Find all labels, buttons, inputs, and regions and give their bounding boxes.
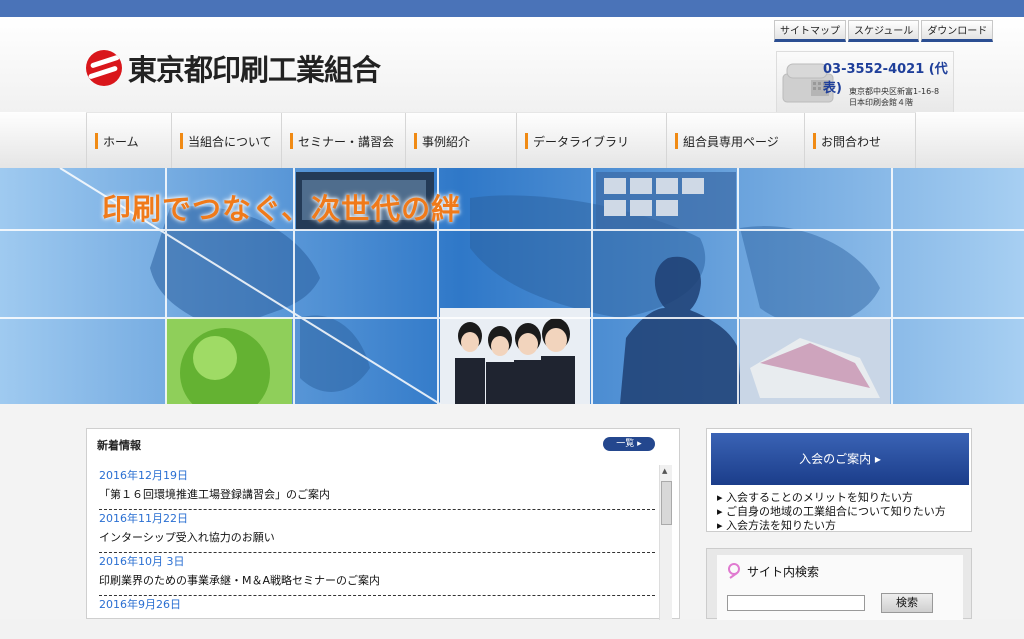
nav-label: お問合わせ	[821, 134, 882, 149]
news-date: 2016年11月22日	[99, 512, 188, 525]
logo[interactable]: 東京都印刷工業組合	[86, 47, 381, 89]
nav-label: ホーム	[103, 134, 139, 149]
news-title[interactable]: 印刷業界のための事業承継・M＆A戦略セミナーのご案内	[99, 571, 655, 591]
nav-item-contact[interactable]: お問合わせ	[805, 113, 916, 169]
logo-text: 東京都印刷工業組合	[128, 53, 381, 87]
nav-label: 当組合について	[188, 134, 272, 149]
magnifier-icon	[728, 563, 740, 579]
address-line-1: 東京都中央区新富1-16-8	[849, 87, 940, 96]
nav-item-cases[interactable]: 事例紹介	[406, 113, 517, 169]
join-link-label: ご自身の地域の工業組合について知りたい方	[726, 505, 946, 518]
join-link-merit[interactable]: ▸ 入会することのメリットを知りたい方	[717, 491, 946, 505]
news-item[interactable]: 2016年12月19日 「第１６回環境推進工場登録講習会」のご案内	[99, 467, 655, 510]
nav-marker	[813, 133, 816, 149]
search-panel: サイト内検索 検索	[706, 548, 972, 620]
search-input[interactable]	[727, 595, 865, 611]
join-links: ▸ 入会することのメリットを知りたい方 ▸ ご自身の地域の工業組合について知りた…	[717, 491, 946, 533]
nav-item-about[interactable]: 当組合について	[172, 113, 282, 169]
nav-marker	[675, 133, 678, 149]
nav-left-fill	[0, 112, 86, 168]
join-link-method[interactable]: ▸ 入会方法を知りたい方	[717, 519, 946, 533]
news-date: 2016年12月19日	[99, 469, 188, 482]
nav-marker	[414, 133, 417, 149]
scroll-up-arrow-icon[interactable]: ▲	[662, 467, 667, 475]
top-bar	[0, 0, 1024, 17]
news-panel: 新着情報 一覧 ▸ 2016年12月19日 「第１６回環境推進工場登録講習会」の…	[86, 428, 680, 620]
nav-label: データライブラリ	[533, 134, 630, 149]
nav-marker	[180, 133, 183, 149]
search-inner: サイト内検索 検索	[717, 555, 963, 620]
chevron-right-icon: ▸	[874, 452, 881, 466]
join-link-label: 入会方法を知りたい方	[726, 519, 837, 532]
nav-right-fill	[916, 112, 1024, 168]
join-link-regional[interactable]: ▸ ご自身の地域の工業組合について知りたい方	[717, 505, 946, 519]
join-heading: 入会のご案内	[799, 452, 872, 466]
header: 東京都印刷工業組合 サイトマップ スケジュール ダウンロード 03-3552-4…	[0, 17, 1024, 113]
news-title[interactable]	[99, 614, 655, 634]
nav-marker	[525, 133, 528, 149]
hero-banner: 印刷でつなぐ、次世代の絆	[0, 168, 1024, 404]
news-item[interactable]: 2016年11月22日 インターシップ受入れ協力のお願い	[99, 510, 655, 553]
nav-marker	[95, 133, 98, 149]
nav-label: 組合員専用ページ	[683, 134, 779, 149]
nav-item-members[interactable]: 組合員専用ページ	[667, 113, 805, 169]
download-link[interactable]: ダウンロード	[921, 20, 994, 42]
news-list: 2016年12月19日 「第１６回環境推進工場登録講習会」のご案内 2016年1…	[99, 467, 655, 639]
news-item[interactable]: 2016年10月 3日 印刷業界のための事業承継・M＆A戦略セミナーのご案内	[99, 553, 655, 596]
news-heading: 新着情報	[97, 439, 141, 452]
news-scrollbar[interactable]: ▲	[659, 465, 672, 620]
search-button[interactable]: 検索	[881, 593, 933, 613]
nav-item-data-library[interactable]: データライブラリ	[517, 113, 667, 169]
join-link-label: 入会することのメリットを知りたい方	[726, 491, 913, 504]
main-nav: ホーム 当組合について セミナー・講習会 事例紹介 データライブラリ 組合員専用…	[86, 112, 916, 169]
join-panel: 入会のご案内 ▸ ▸ 入会することのメリットを知りたい方 ▸ ご自身の地域の工業…	[706, 428, 972, 532]
news-date: 2016年9月26日	[99, 598, 181, 611]
logo-mark-icon	[86, 50, 122, 86]
news-title[interactable]: インターシップ受入れ協力のお願い	[99, 528, 655, 548]
nav-label: セミナー・講習会	[298, 134, 395, 149]
scroll-thumb[interactable]	[661, 481, 672, 525]
address: 東京都中央区新富1-16-8 日本印刷会館４階	[849, 86, 939, 108]
nav-item-home[interactable]: ホーム	[86, 113, 172, 169]
contact-box: 03-3552-4021 (代表) 東京都中央区新富1-16-8 日本印刷会館４…	[776, 51, 954, 113]
address-line-2: 日本印刷会館４階	[849, 98, 913, 107]
news-date: 2016年10月 3日	[99, 555, 185, 568]
news-list-label: 一覧	[616, 439, 635, 449]
join-button[interactable]: 入会のご案内 ▸	[711, 433, 969, 485]
nav-item-seminar[interactable]: セミナー・講習会	[282, 113, 406, 169]
news-title[interactable]: 「第１６回環境推進工場登録講習会」のご案内	[99, 485, 655, 505]
schedule-link[interactable]: スケジュール	[848, 20, 920, 42]
news-list-button[interactable]: 一覧 ▸	[603, 437, 655, 451]
sitemap-link[interactable]: サイトマップ	[774, 20, 846, 42]
utility-links: サイトマップ スケジュール ダウンロード	[774, 20, 995, 42]
nav-label: 事例紹介	[422, 134, 471, 149]
news-item[interactable]: 2016年9月26日	[99, 596, 655, 639]
search-heading: サイト内検索	[747, 565, 820, 579]
hero-title: 印刷でつなぐ、次世代の絆	[102, 192, 462, 226]
nav-marker	[290, 133, 293, 149]
